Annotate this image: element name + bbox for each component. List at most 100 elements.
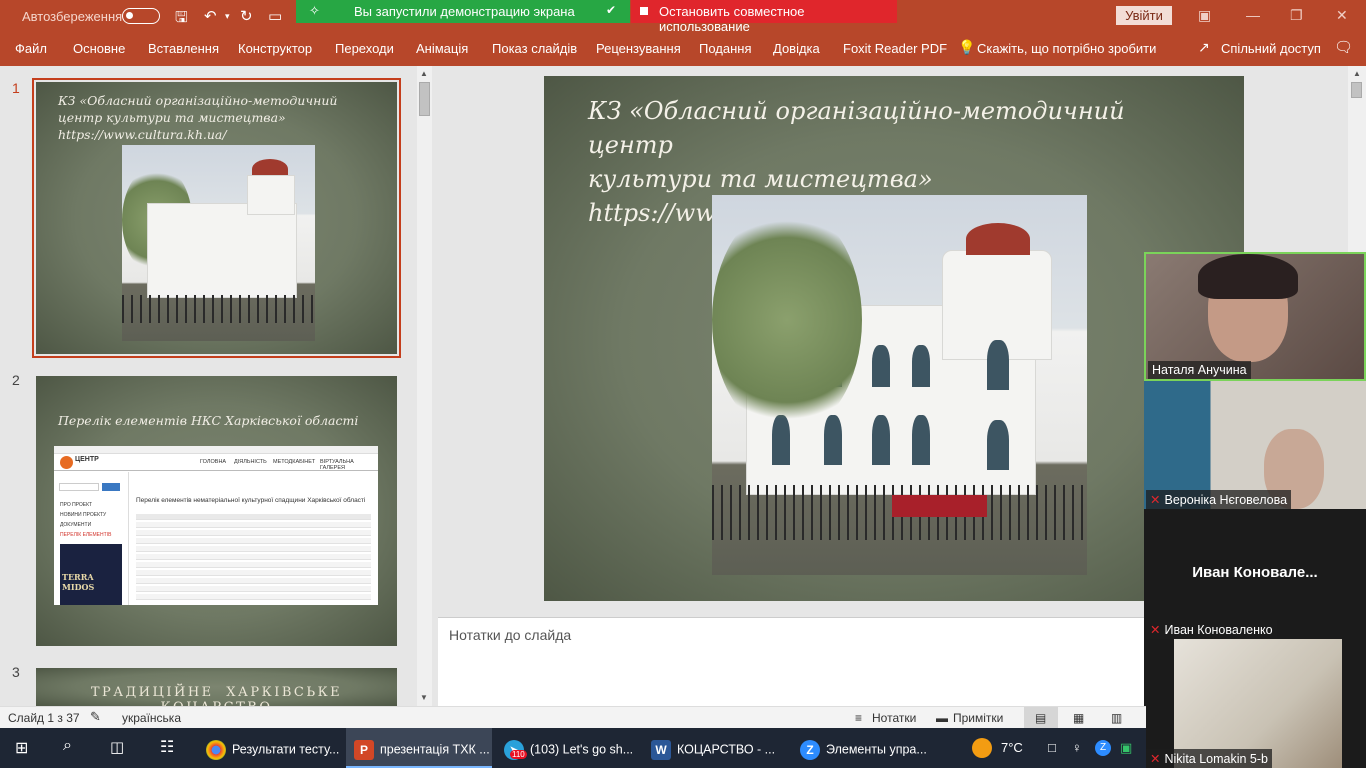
taskbar-item[interactable]: W КОЦАРСТВО - ... (641, 728, 785, 768)
share-button[interactable]: Спільний доступ (1221, 41, 1321, 56)
tab-foxit[interactable]: Foxit Reader PDF (843, 41, 947, 56)
slide-thumbnail-2[interactable]: Перелік елементів НКС Харківської област… (36, 376, 397, 646)
slide-thumbnail-1[interactable]: КЗ «Обласний організаційно-методичний це… (32, 78, 401, 358)
tab-view[interactable]: Подання (699, 41, 752, 56)
undo-dropdown-icon[interactable]: ▾ (225, 11, 230, 22)
scrollbar-thumb[interactable] (419, 82, 430, 116)
task-view-icon[interactable]: ◫ (110, 738, 124, 756)
windows-start-icon[interactable]: ⊞ (15, 738, 28, 758)
thumbnail-title: Перелік елементів НКС Харківської област… (58, 413, 359, 428)
scrollbar-thumb[interactable] (1351, 82, 1362, 98)
tab-insert[interactable]: Вставлення (148, 41, 219, 56)
taskbar-item-active[interactable]: Pпрезентація ТХК ... (346, 728, 492, 768)
current-slide[interactable]: КЗ «Обласний організаційно-методичний це… (544, 76, 1244, 601)
participant-video[interactable]: Наталя Анучина (1144, 252, 1366, 381)
site-logo-icon (60, 456, 73, 469)
site-nav-item: ГОЛОВНА (200, 459, 227, 465)
title-bar: Автозбереження 🖫 ↶ ▾ ↻ ▭ ✧ Вы запустили … (0, 0, 1366, 34)
muted-mic-icon: ✕ (1150, 752, 1161, 766)
muted-mic-icon: ✕ (1150, 623, 1161, 637)
scroll-up-icon[interactable]: ▲ (420, 69, 428, 78)
tell-me-search[interactable]: Скажіть, що потрібно зробити (977, 41, 1156, 56)
comment-icon: ▬ (936, 711, 948, 725)
tray-app-icon[interactable]: ▣ (1120, 740, 1132, 756)
notes-placeholder: Нотатки до слайда (449, 627, 572, 643)
site-heading: Перелік елементів нематеріальної культур… (136, 497, 366, 504)
presenter-icon[interactable]: ▭ (268, 7, 282, 25)
tower (247, 175, 295, 215)
zoom-icon: Z (800, 740, 820, 760)
banner (892, 495, 987, 517)
thumbnail-number: 1 (12, 80, 20, 96)
save-icon[interactable]: 🖫 (175, 7, 188, 32)
search-icon[interactable]: ⌕ (63, 737, 72, 755)
tab-home[interactable]: Основне (73, 41, 125, 56)
weather-icon[interactable] (972, 738, 992, 758)
stop-share-button[interactable]: Остановить совместное использование (631, 0, 897, 34)
temperature[interactable]: 7°C (1001, 740, 1023, 755)
slide-scrollbar[interactable]: ▲ (1348, 66, 1366, 256)
slide-counter: Слайд 1 з 37 (8, 711, 80, 725)
thumbnails-scrollbar[interactable]: ▲ ▼ (417, 66, 432, 706)
ribbon-tabs: Файл Основне Вставлення Конструктор Пере… (0, 32, 1366, 66)
minimize-icon[interactable]: — (1246, 7, 1260, 23)
scroll-down-icon[interactable]: ▼ (420, 693, 428, 702)
notes-pane[interactable]: Нотатки до слайда (438, 617, 1146, 706)
website-screenshot: ЦЕНТР ГОЛОВНА ДІЯЛЬНІСТЬ МЕТОДКАБІНЕТ ВІ… (54, 446, 378, 605)
network-icon[interactable]: □ (1048, 740, 1056, 755)
participant-name-tag: ✕ Иван Коноваленко (1146, 620, 1277, 639)
autosave-label: Автозбереження (22, 9, 123, 24)
windows-taskbar: ⊞ ⌕ ◫ ☷ Результати тесту... Pпрезентація… (0, 728, 1146, 768)
restore-icon[interactable]: ❐ (1290, 7, 1303, 24)
slide-sorter-icon[interactable]: ▦ (1073, 711, 1084, 725)
taskbar-item[interactable]: Z Элементы упра... (790, 728, 940, 768)
screen-share-status: ✧ Вы запустили демонстрацию экрана ✔ (296, 0, 630, 23)
site-search-button (102, 483, 120, 491)
participant-video[interactable]: ✕ Nikita Lomakin 5-b (1144, 639, 1366, 768)
reading-view-icon[interactable]: ▥ (1111, 711, 1122, 725)
site-logo: ЦЕНТР (75, 456, 99, 463)
microphone-icon[interactable]: ♀ (1072, 740, 1082, 755)
tab-design[interactable]: Конструктор (238, 41, 312, 56)
share-icon: ↗ (1198, 39, 1210, 55)
participant-video[interactable]: ✕ Вероніка Нєговелова (1144, 381, 1366, 509)
building-photo (122, 145, 315, 341)
tab-animations[interactable]: Анімація (416, 41, 468, 56)
comments-icon[interactable]: 🗨 (1334, 38, 1353, 56)
lightbulb-icon: 💡 (958, 39, 976, 55)
powerpoint-icon: P (354, 740, 374, 760)
tab-slideshow[interactable]: Показ слайдів (492, 41, 577, 56)
shield-check-icon: ✔ (606, 3, 617, 17)
book-title: TERRA MIDOS (62, 572, 95, 592)
site-nav-item: МЕТОДКАБІНЕТ (273, 459, 316, 465)
taskbar-item[interactable]: Результати тесту... (200, 728, 344, 768)
redo-icon[interactable]: ↻ (240, 7, 253, 25)
comments-button[interactable]: Примітки (953, 711, 1003, 725)
scroll-up-icon[interactable]: ▲ (1353, 69, 1361, 78)
participant-display-name: Иван Коновале... (1192, 564, 1318, 581)
tab-help[interactable]: Довідка (773, 41, 820, 56)
ribbon-display-icon[interactable]: ▣ (1198, 7, 1211, 24)
building-photo[interactable] (712, 195, 1087, 575)
participant-name-tag: ✕ Nikita Lomakin 5-b (1146, 749, 1272, 768)
spellcheck-icon[interactable]: ✎ (90, 709, 101, 725)
close-icon[interactable]: ✕ (1336, 7, 1348, 24)
calculator-icon[interactable]: ☷ (160, 737, 174, 757)
thumbnail-title: КЗ «Обласний організаційно-методичний це… (58, 93, 338, 142)
undo-icon[interactable]: ↶ (204, 7, 217, 25)
tab-file[interactable]: Файл (15, 41, 47, 56)
participant-video[interactable]: Иван Коновале... ✕ Иван Коноваленко (1144, 509, 1366, 639)
autosave-toggle[interactable] (122, 8, 160, 24)
notes-button[interactable]: Нотатки (872, 711, 916, 725)
zoom-tray-icon[interactable]: Z (1095, 740, 1111, 756)
stop-icon (640, 7, 648, 15)
slide-thumbnail-3[interactable]: ТРАДИЦІЙНЕ ХАРКІВСЬКЕ КОЦАРСТВО (36, 668, 397, 706)
tab-review[interactable]: Рецензування (596, 41, 681, 56)
browser-bar (54, 446, 378, 454)
slide-title-line: культури та мистецтва» (588, 165, 933, 193)
thumbnail-number: 3 (12, 664, 20, 680)
login-button[interactable]: Увійти (1116, 6, 1172, 25)
language-indicator[interactable]: українська (122, 711, 181, 725)
taskbar-item[interactable]: ➤(103) Let's go sh... 110 (494, 728, 636, 768)
tab-transitions[interactable]: Переходи (335, 41, 394, 56)
